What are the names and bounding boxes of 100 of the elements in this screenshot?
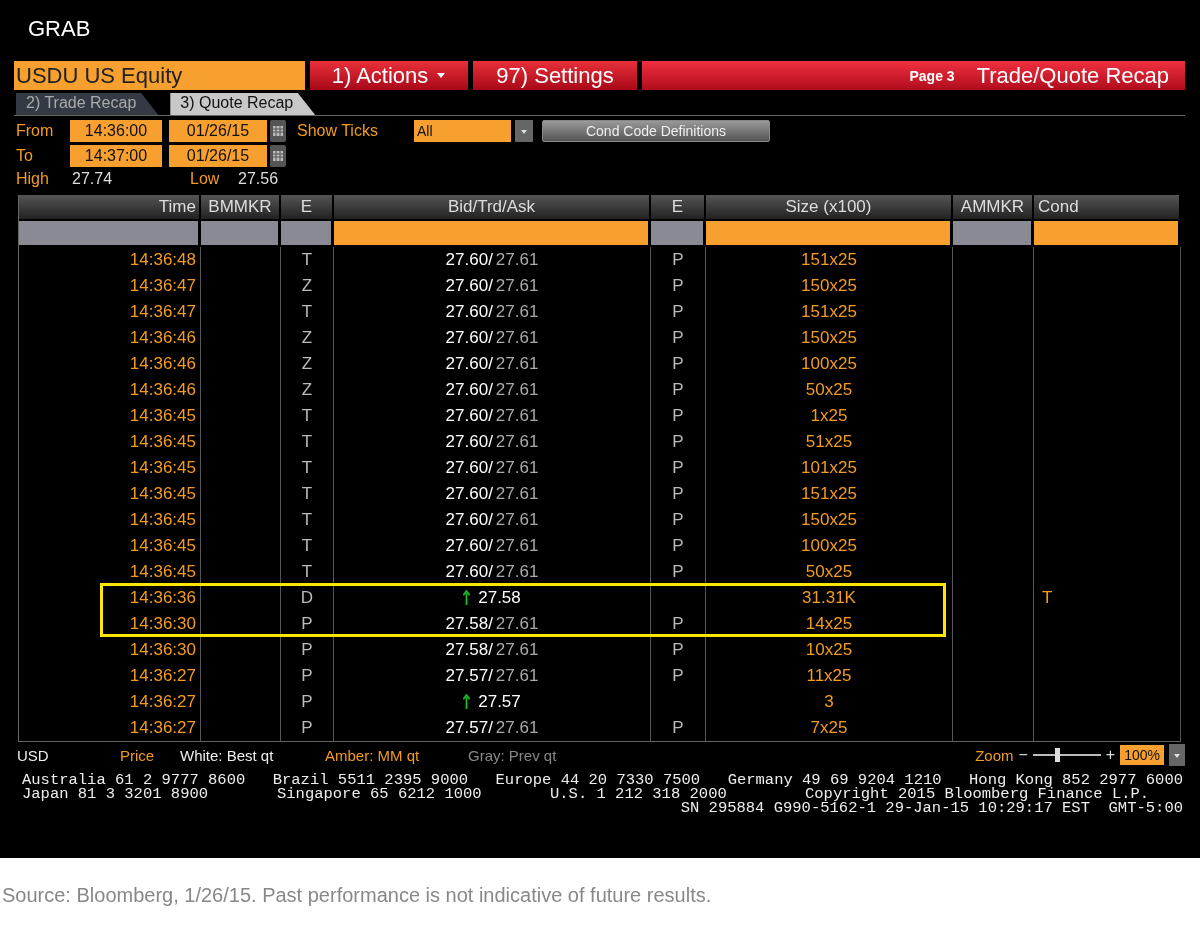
bid-price: 27.60/	[445, 458, 493, 478]
time-cell: 14:36:45	[129, 406, 196, 426]
security-field[interactable]: USDU US Equity	[14, 61, 305, 90]
time-cell: 14:36:30	[129, 640, 196, 660]
exchange-cell: P	[672, 432, 684, 452]
size-cell: 14x25	[805, 614, 853, 634]
time-cell: 14:36:45	[129, 510, 196, 530]
high-value: 27.74	[72, 170, 114, 188]
column-header[interactable]: AMMKR	[953, 195, 1034, 219]
contact-text: Germany 49 69 9204 1210	[727, 773, 942, 787]
ask-price: 27.61	[495, 354, 539, 374]
time-cell: 14:36:45	[129, 536, 196, 556]
column-header[interactable]: Cond	[1034, 195, 1181, 219]
contact-text: Singapore 65 6212 1000	[277, 787, 483, 801]
exchange-cell: T	[301, 536, 313, 556]
exchange-cell: P	[672, 484, 684, 504]
tab[interactable]: 2) Trade Recap	[16, 93, 159, 115]
exchange-cell: T	[301, 562, 313, 582]
exchange-cell: P	[672, 406, 684, 426]
legend-text: Gray: Prev qt	[468, 746, 557, 764]
contact-text: Europe 44 20 7330 7500	[495, 773, 701, 787]
contact-text: Hong Kong 852 2977 6000	[969, 773, 1183, 787]
size-cell: 10x25	[805, 640, 853, 660]
bid-price: 27.60/	[445, 406, 493, 426]
tab[interactable]: 3) Quote Recap	[170, 93, 316, 115]
bid-price: 27.57/	[445, 666, 493, 686]
zoom-in-button[interactable]: +	[1105, 746, 1116, 764]
ask-price: 27.61	[495, 718, 539, 738]
exchange-cell: Z	[301, 354, 313, 374]
ask-price: 27.61	[495, 614, 539, 634]
filter-field[interactable]	[706, 221, 953, 245]
zoom-out-button[interactable]: −	[1018, 746, 1028, 764]
exchange-cell: Z	[301, 380, 313, 400]
size-cell: 150x25	[801, 328, 857, 348]
definitions-button[interactable]: Cond Code Definitions	[542, 120, 770, 142]
exchange-cell: P	[672, 250, 684, 270]
exchange-cell: P	[672, 380, 684, 400]
time-cell: 14:36:46	[129, 354, 196, 374]
low-label: Low	[190, 170, 221, 188]
column-header[interactable]: Time	[19, 195, 201, 219]
time-field[interactable]: 14:37:00	[70, 145, 162, 167]
ask-price: 27.61	[495, 406, 539, 426]
ask-price: 27.61	[495, 536, 539, 556]
time-cell: 14:36:27	[129, 718, 196, 738]
ask-price: 27.61	[495, 276, 539, 296]
zoom-field[interactable]: 100%	[1120, 745, 1164, 765]
time-cell: 14:36:27	[129, 666, 196, 686]
bid-price: 27.60/	[445, 380, 493, 400]
column-header[interactable]: BMMKR	[201, 195, 281, 219]
contact-text: Australia 61 2 9777 8600	[22, 773, 246, 787]
zoom-label: Zoom	[975, 746, 1014, 764]
time-cell: 14:36:30	[129, 614, 196, 634]
bid-price: 27.57/	[445, 718, 493, 738]
size-cell: 51x25	[805, 432, 853, 452]
app-title: GRAB	[27, 15, 92, 43]
size-cell: 31.31K	[802, 588, 856, 608]
exchange-cell: P	[672, 718, 684, 738]
filter-field[interactable]	[651, 221, 706, 245]
bid-price: 27.60/	[445, 250, 493, 270]
ask-price: 27.61	[495, 380, 539, 400]
time-cell: 14:36:45	[129, 484, 196, 504]
show-ticks-label: Show Ticks	[297, 122, 379, 140]
up-arrow-icon	[463, 694, 471, 710]
settings-button[interactable]: 97) Settings	[473, 61, 637, 90]
date-field[interactable]: 01/26/15	[169, 120, 267, 142]
exchange-cell: P	[672, 328, 684, 348]
slider-thumb[interactable]	[1054, 748, 1060, 762]
filter-field[interactable]	[334, 221, 651, 245]
exchange-cell: P	[672, 510, 684, 530]
bid-price: 27.60/	[445, 536, 493, 556]
date-field[interactable]: 01/26/15	[169, 145, 267, 167]
exchange-cell: T	[301, 458, 313, 478]
column-header[interactable]: E	[281, 195, 334, 219]
low-value: 27.56	[238, 170, 279, 188]
filter-field[interactable]	[281, 221, 334, 245]
caret-icon	[436, 72, 447, 79]
exchange-cell: P	[672, 666, 684, 686]
exchange-cell: P	[301, 666, 313, 686]
exchange-cell: P	[672, 536, 684, 556]
filter-field[interactable]	[1034, 221, 1181, 245]
ask-price: 27.61	[495, 562, 539, 582]
size-cell: 151x25	[801, 302, 857, 322]
time-cell: 14:36:47	[129, 276, 196, 296]
condition-cell: T	[1042, 588, 1053, 608]
up-arrow-icon	[463, 590, 471, 606]
filter-field[interactable]	[19, 221, 201, 245]
ask-price: 27.61	[495, 484, 539, 504]
filter-field[interactable]	[953, 221, 1034, 245]
actions-button[interactable]: 1) Actions	[310, 61, 468, 90]
page-number: Page 3	[909, 67, 955, 84]
filter-field[interactable]	[201, 221, 281, 245]
exchange-cell: P	[672, 276, 684, 296]
trade-price: 27.58	[478, 588, 521, 608]
contact-text: Brazil 5511 2395 9000	[272, 773, 469, 787]
column-header[interactable]: E	[651, 195, 706, 219]
exchange-cell: Z	[301, 328, 313, 348]
time-field[interactable]: 14:36:00	[70, 120, 162, 142]
column-header[interactable]: Bid/Trd/Ask	[334, 195, 651, 219]
ask-price: 27.61	[495, 432, 539, 452]
column-header[interactable]: Size (x100)	[706, 195, 953, 219]
